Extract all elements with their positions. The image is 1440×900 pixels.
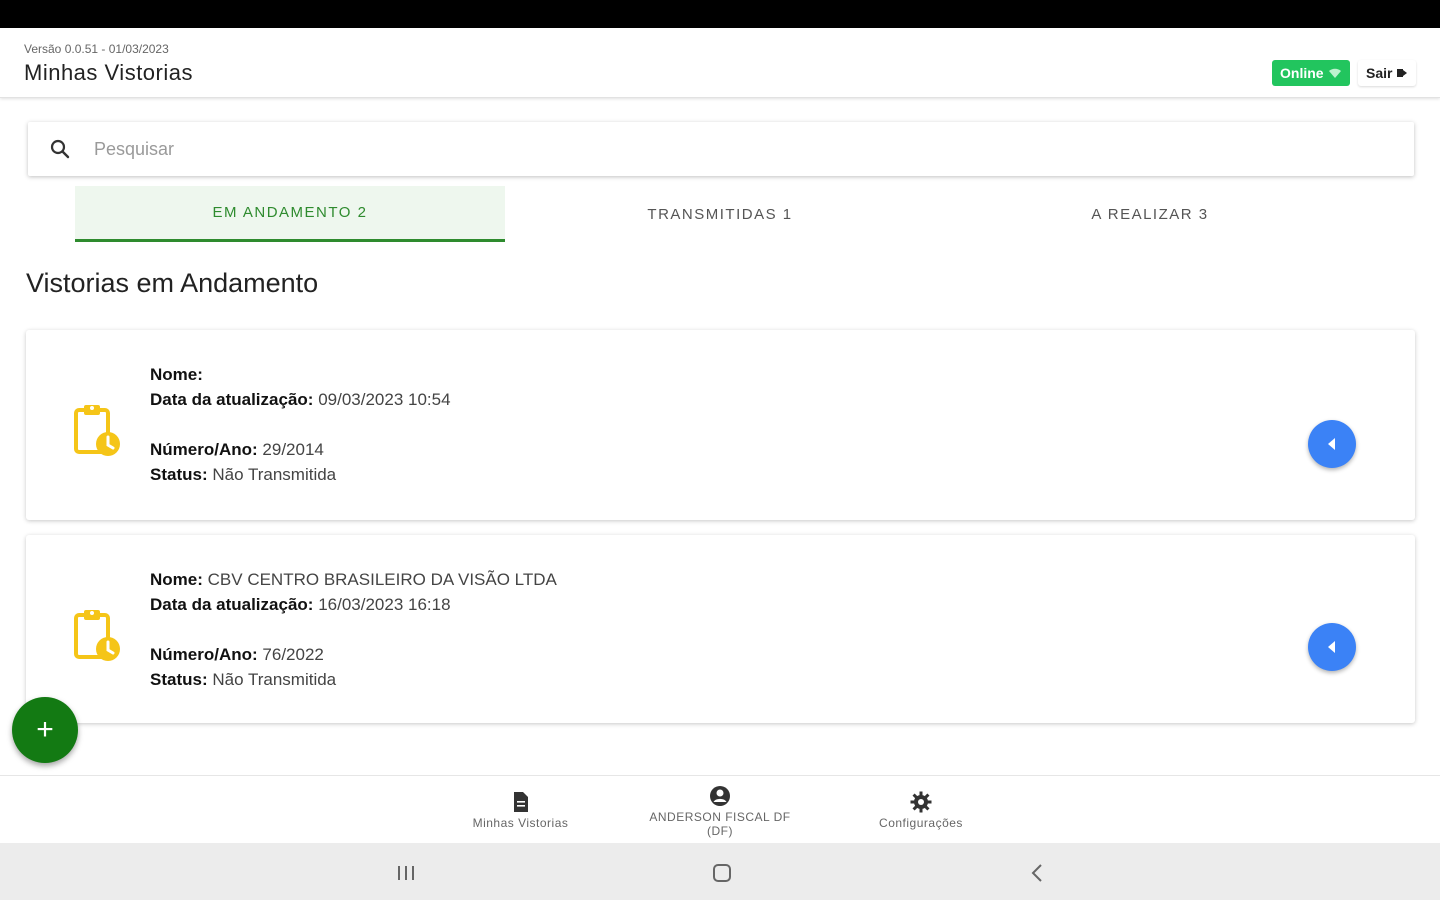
tab-a-realizar[interactable]: A REALIZAR 3 <box>935 186 1365 242</box>
inspection-card: Nome: CBV CENTRO BRASILEIRO DA VISÃO LTD… <box>26 535 1415 723</box>
app-version: Versão 0.0.51 - 01/03/2023 <box>24 42 169 56</box>
clipboard-clock-icon <box>74 610 120 661</box>
tab-transmitidas[interactable]: TRANSMITIDAS 1 <box>505 186 935 242</box>
numero-label: Número/Ano: <box>150 440 258 459</box>
logout-button[interactable]: Sair <box>1358 60 1417 86</box>
logout-icon <box>1397 69 1408 77</box>
wifi-icon <box>1328 68 1341 78</box>
inspection-card: Nome: Data da atualização: 09/03/2023 10… <box>26 330 1415 520</box>
numero-label: Número/Ano: <box>150 645 258 664</box>
open-inspection-button[interactable] <box>1308 420 1356 468</box>
status-value: Não Transmitida <box>212 670 337 689</box>
nome-label: Nome: <box>150 365 203 384</box>
logout-label: Sair <box>1366 65 1393 81</box>
back-icon[interactable] <box>1026 861 1050 885</box>
search-icon[interactable] <box>48 137 72 161</box>
search-bar <box>28 122 1414 176</box>
nome-label: Nome: <box>150 570 203 589</box>
tab-em-andamento[interactable]: EM ANDAMENTO 2 <box>75 186 505 242</box>
open-inspection-button[interactable] <box>1308 623 1356 671</box>
app-header: Versão 0.0.51 - 01/03/2023 Minhas Vistor… <box>0 28 1440 98</box>
nav-minhas-vistorias[interactable]: Minhas Vistorias <box>463 790 578 830</box>
nav-label: ANDERSON FISCAL DF (DF) <box>649 810 791 838</box>
bottom-navigation: Minhas Vistorias ANDERSON FISCAL DF (DF)… <box>0 775 1440 843</box>
status-label: Status: <box>150 465 208 484</box>
data-label: Data da atualização: <box>150 595 314 614</box>
numero-value: 76/2022 <box>262 645 324 664</box>
card-details: Nome: Data da atualização: 09/03/2023 10… <box>150 362 451 487</box>
document-icon <box>513 792 528 812</box>
system-navigation-bar <box>0 843 1440 900</box>
status-label: Status: <box>150 670 208 689</box>
numero-value: 29/2014 <box>262 440 324 459</box>
add-inspection-button[interactable]: + <box>12 697 78 763</box>
nav-label: Configurações <box>879 816 963 830</box>
data-value: 16/03/2023 16:18 <box>318 595 451 614</box>
online-label: Online <box>1280 65 1324 81</box>
search-input[interactable] <box>94 138 1414 160</box>
card-details: Nome: CBV CENTRO BRASILEIRO DA VISÃO LTD… <box>150 567 557 692</box>
nav-configuracoes[interactable]: Configurações <box>866 790 976 830</box>
nome-value: CBV CENTRO BRASILEIRO DA VISÃO LTDA <box>207 570 557 589</box>
system-status-bar <box>0 0 1440 28</box>
play-left-icon <box>1328 641 1335 653</box>
status-value: Não Transmitida <box>212 465 337 484</box>
recent-apps-icon[interactable] <box>394 861 418 885</box>
status-tabs: EM ANDAMENTO 2 TRANSMITIDAS 1 A REALIZAR… <box>75 186 1365 242</box>
user-circle-icon <box>710 786 730 806</box>
home-icon[interactable] <box>710 861 734 885</box>
nav-user-profile[interactable]: ANDERSON FISCAL DF (DF) <box>640 784 800 838</box>
clipboard-clock-icon <box>74 405 120 456</box>
page-title: Minhas Vistorias <box>24 60 193 85</box>
data-value: 09/03/2023 10:54 <box>318 390 451 409</box>
gear-icon <box>910 791 932 813</box>
online-status-badge: Online <box>1272 60 1350 86</box>
section-title: Vistorias em Andamento <box>26 268 319 298</box>
nav-label: Minhas Vistorias <box>472 816 569 830</box>
data-label: Data da atualização: <box>150 390 314 409</box>
play-left-icon <box>1328 438 1335 450</box>
